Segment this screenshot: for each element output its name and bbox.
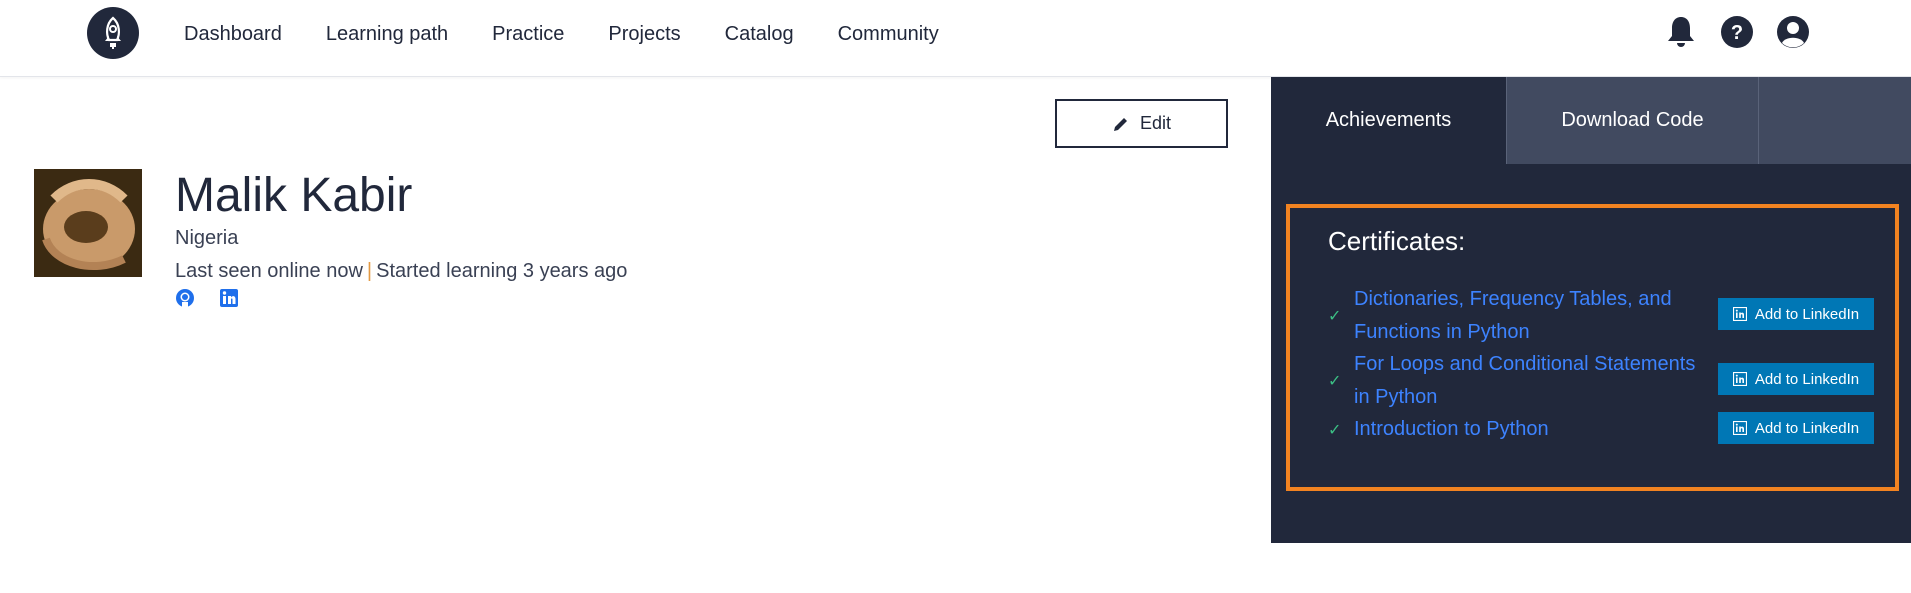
add-to-linkedin-button[interactable]: Add to LinkedIn	[1718, 298, 1874, 330]
certificate-item: ✓ Dictionaries, Frequency Tables, and Fu…	[1328, 283, 1672, 349]
add-to-linkedin-button[interactable]: Add to LinkedIn	[1718, 363, 1874, 395]
certificate-link[interactable]: Introduction to Python	[1354, 413, 1549, 446]
certificates-title: Certificates:	[1328, 226, 1466, 256]
checkmark-icon: ✓	[1328, 421, 1342, 439]
checkmark-icon: ✓	[1328, 373, 1342, 390]
tab-achievements[interactable]: Achievements	[1271, 77, 1506, 164]
edit-profile-button[interactable]: Edit	[1055, 99, 1228, 148]
nav-practice[interactable]: Practice	[492, 23, 564, 46]
pencil-icon	[1113, 117, 1127, 131]
github-icon[interactable]	[175, 288, 195, 308]
profile-activity: Last seen online now | Started learning 3 …	[175, 260, 627, 283]
nav-learning-path[interactable]: Learning path	[326, 23, 448, 46]
bell-icon[interactable]	[1663, 14, 1699, 50]
linkedin-button-label: Add to LinkedIn	[1754, 370, 1860, 388]
social-links	[175, 288, 239, 308]
checkmark-icon: ✓	[1328, 308, 1342, 325]
avatar	[34, 169, 142, 277]
certificates-section: Certificates: ✓ Dictionaries, Frequency …	[1286, 204, 1899, 491]
linkedin-icon	[1732, 372, 1747, 386]
main-nav: Dashboard Learning path Practice Project…	[184, 0, 983, 68]
achievements-panel: Achievements Download Code Certificates:…	[1271, 77, 1911, 543]
user-account-icon[interactable]	[1775, 14, 1811, 50]
nav-community[interactable]: Community	[838, 23, 939, 46]
profile-country: Nigeria	[175, 227, 239, 249]
nav-catalog[interactable]: Catalog	[725, 23, 794, 46]
linkedin-icon[interactable]	[219, 288, 239, 308]
certificate-item: ✓ Introduction to Python	[1328, 413, 1549, 446]
started-learning-text: Started learning 3 years ago	[376, 260, 628, 282]
header-actions: ?	[1663, 14, 1811, 50]
top-navigation-bar: Dashboard Learning path Practice Project…	[0, 0, 1911, 77]
certificate-title-line1: For Loops and Conditional Statements	[1354, 353, 1696, 375]
certificate-title-line2: Functions in Python	[1354, 321, 1530, 343]
rocket-logo-icon[interactable]	[87, 7, 139, 59]
linkedin-icon	[1732, 421, 1747, 435]
certificate-link[interactable]: Dictionaries, Frequency Tables, and Func…	[1354, 283, 1672, 349]
nav-dashboard[interactable]: Dashboard	[184, 23, 282, 46]
certificate-link[interactable]: For Loops and Conditional Statements in …	[1354, 348, 1695, 414]
edit-label: Edit	[1139, 113, 1172, 133]
last-seen-text: Last seen online now	[175, 260, 363, 282]
help-icon[interactable]: ?	[1719, 14, 1755, 50]
linkedin-icon	[1732, 307, 1747, 321]
certificate-title-line2: in Python	[1354, 386, 1438, 408]
tab-download-code[interactable]: Download Code	[1506, 77, 1759, 164]
tab-empty	[1759, 77, 1911, 164]
add-to-linkedin-button[interactable]: Add to LinkedIn	[1718, 412, 1874, 444]
nav-projects[interactable]: Projects	[608, 23, 680, 46]
certificate-item: ✓ For Loops and Conditional Statements i…	[1328, 348, 1695, 414]
svg-text:?: ?	[1731, 22, 1743, 44]
linkedin-button-label: Add to LinkedIn	[1754, 305, 1860, 323]
profile-name: Malik Kabir	[175, 169, 413, 222]
linkedin-button-label: Add to LinkedIn	[1754, 419, 1860, 437]
certificate-title-line1: Dictionaries, Frequency Tables, and	[1354, 288, 1672, 310]
panel-tabs: Achievements Download Code	[1271, 77, 1911, 164]
separator: |	[366, 260, 373, 282]
